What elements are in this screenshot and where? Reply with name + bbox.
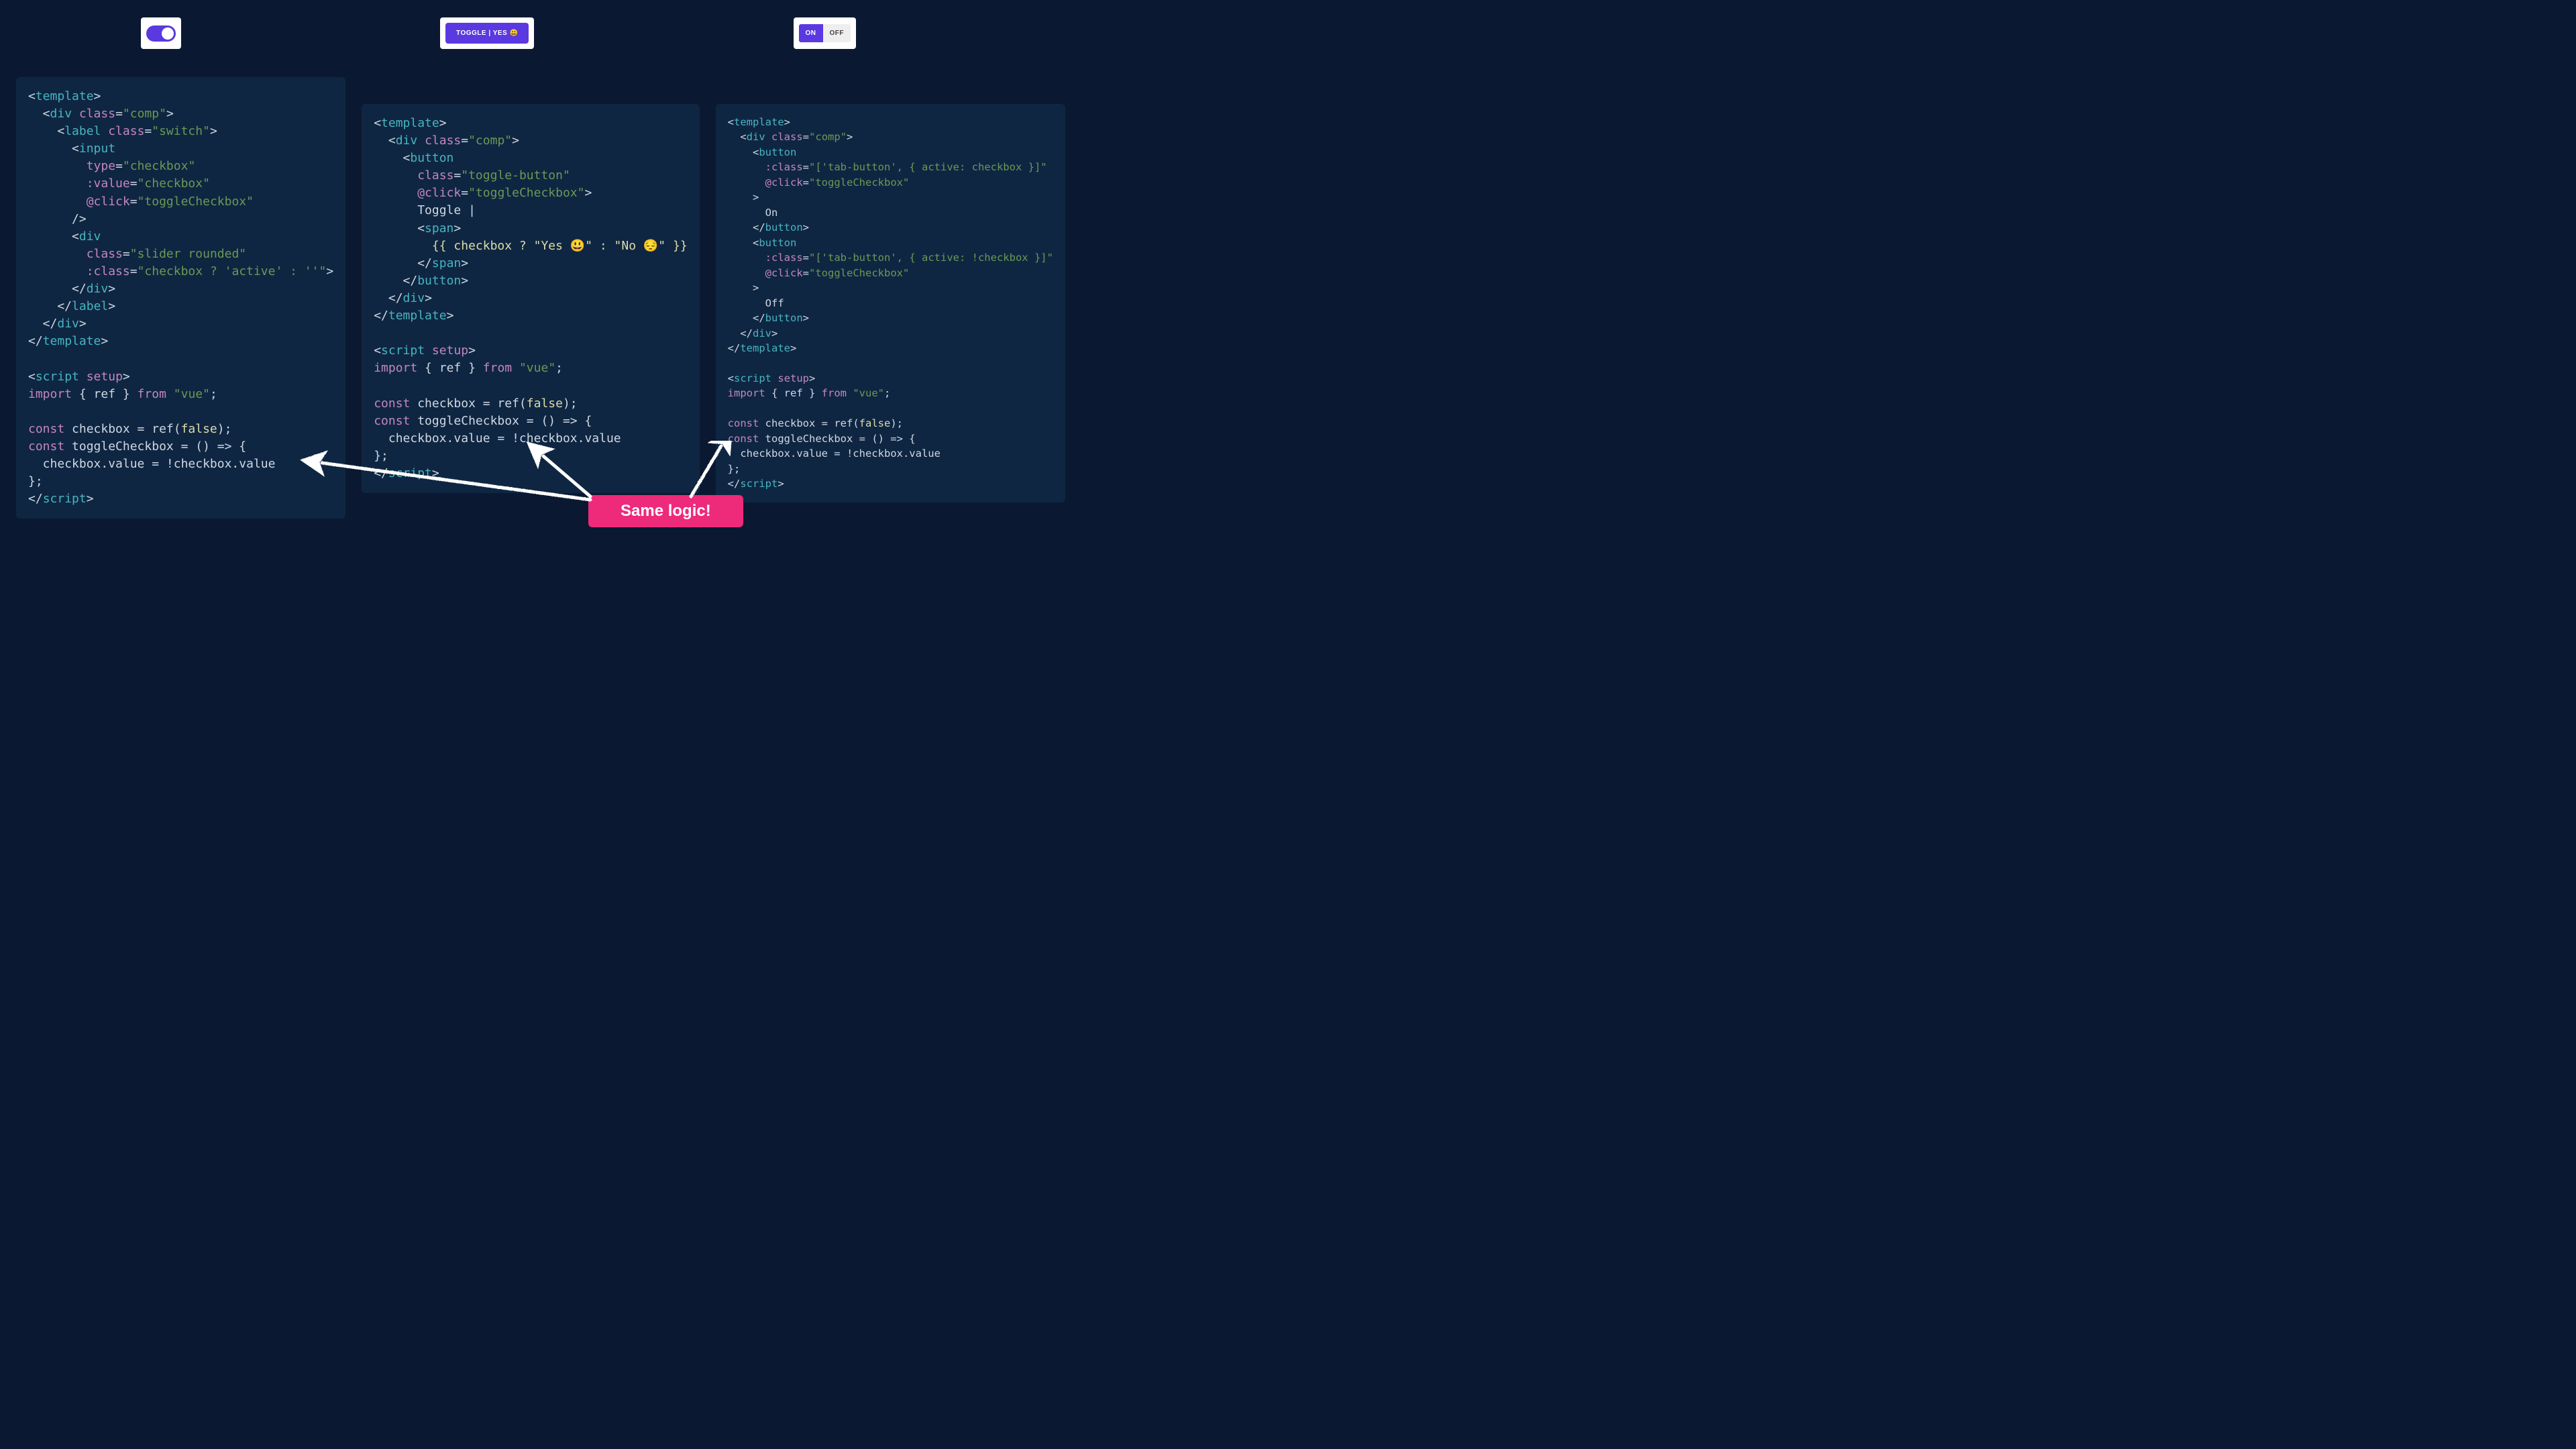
code-block-tabs: <template> <div class="comp"> <button :c…: [716, 104, 1065, 502]
same-logic-callout: Same logic!: [588, 495, 743, 527]
toggle-button-demo-card: TOGGLE | YES 😃: [440, 17, 534, 49]
toggle-yes-button[interactable]: TOGGLE | YES 😃: [445, 23, 529, 44]
onoff-toggle: ON OFF: [799, 24, 851, 42]
code-block-switch: <template> <div class="comp"> <label cla…: [16, 77, 345, 519]
toggle-button-label: TOGGLE | YES 😃: [456, 30, 518, 37]
off-tab-button[interactable]: OFF: [823, 24, 851, 42]
switch-toggle[interactable]: [146, 25, 176, 42]
code-block-button: <template> <div class="comp"> <button cl…: [362, 104, 699, 493]
demo-header-row: TOGGLE | YES 😃 ON OFF: [0, 0, 977, 49]
on-tab-button[interactable]: ON: [799, 24, 823, 42]
code-columns: <template> <div class="comp"> <label cla…: [0, 49, 977, 547]
switch-demo-card: [141, 17, 181, 49]
onoff-demo-card: ON OFF: [794, 17, 857, 49]
